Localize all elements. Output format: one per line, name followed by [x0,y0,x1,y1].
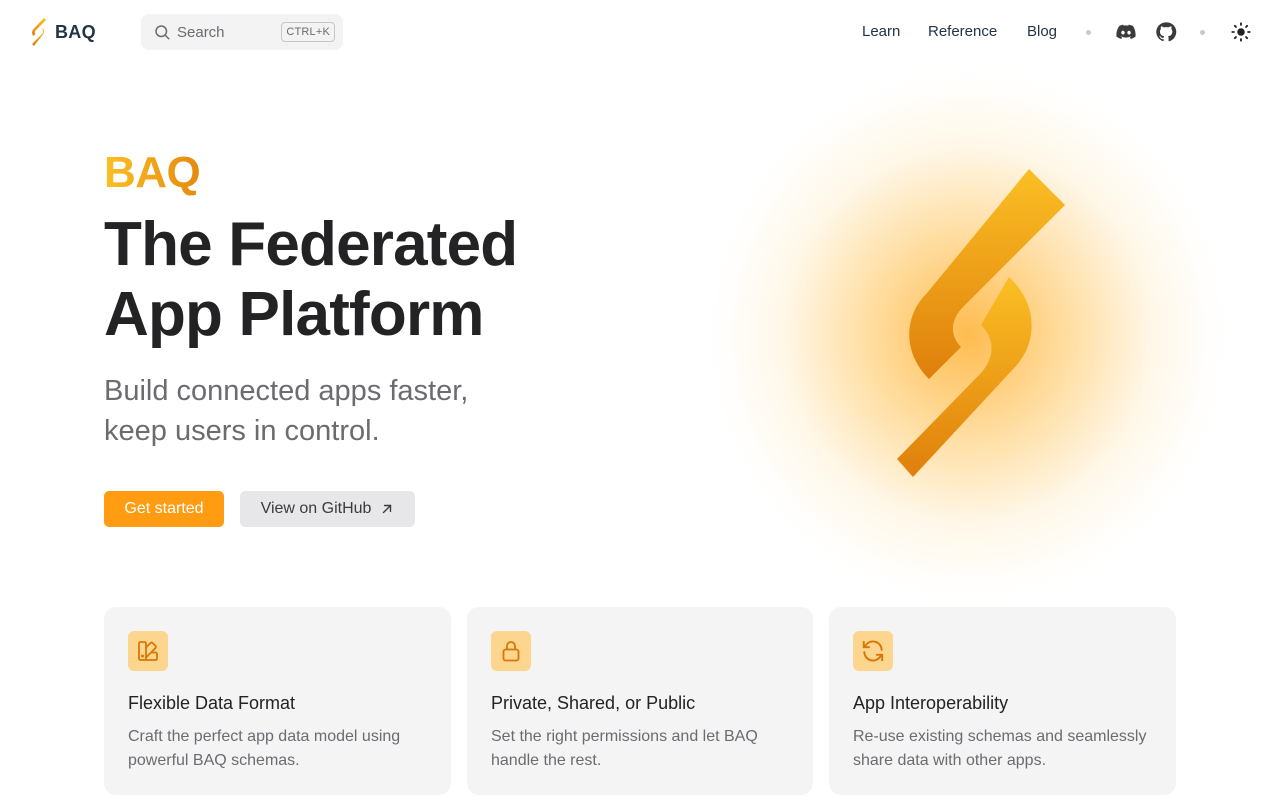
feature-description: Set the right permissions and let BAQ ha… [491,728,758,769]
search-label: Search [177,23,225,41]
swatch-book-icon [128,631,168,671]
feature-title: App Interoperability [853,693,1009,713]
view-on-github-button[interactable]: View on GitHub [240,491,415,527]
top-navigation: BAQ Search CTRL+K Learn Reference Blog [0,0,1280,64]
feature-card: Private, Shared, or Public Set the right… [467,607,813,795]
search-button[interactable]: Search CTRL+K [141,14,343,50]
hero-tagline-line: keep users in control. [104,415,380,447]
hero-name: BAQ [104,146,201,200]
hero-tagline-line: Build connected apps faster, [104,375,469,407]
baq-logo-icon [897,169,1065,477]
hero-tagline: Build connected apps faster, keep users … [104,371,534,451]
nav-separator-dot [1086,30,1091,35]
discord-icon[interactable] [1114,20,1138,44]
get-started-button[interactable]: Get started [104,491,224,527]
nav-link-reference[interactable]: Reference [928,22,997,42]
sun-icon[interactable] [1229,20,1253,44]
feature-description: Re-use existing schemas and seamlessly s… [853,728,1147,769]
view-on-github-label: View on GitHub [260,500,372,517]
hero-image [708,70,1228,600]
refresh-icon [853,631,893,671]
github-icon[interactable] [1154,20,1178,44]
hero-title-line: The Federated [104,210,518,279]
search-shortcut-badge: CTRL+K [281,22,335,42]
arrow-up-right-icon [380,502,394,516]
feature-title: Private, Shared, or Public [491,693,696,713]
feature-card: Flexible Data Format Craft the perfect a… [104,607,451,795]
brand-name: BAQ [55,21,96,42]
hero-title-line: App Platform [104,280,484,349]
feature-card: App Interoperability Re-use existing sch… [829,607,1176,795]
feature-title: Flexible Data Format [128,693,296,713]
search-icon [153,23,171,41]
hero-title: The Federated App Platform [104,210,664,350]
nav-separator-dot [1200,30,1205,35]
feature-description: Craft the perfect app data model using p… [128,728,401,769]
baq-logo-icon [32,18,46,46]
nav-link-blog[interactable]: Blog [1027,22,1057,42]
lock-icon [491,631,531,671]
nav-link-learn[interactable]: Learn [862,22,900,42]
brand-home-link[interactable]: BAQ [30,16,96,48]
